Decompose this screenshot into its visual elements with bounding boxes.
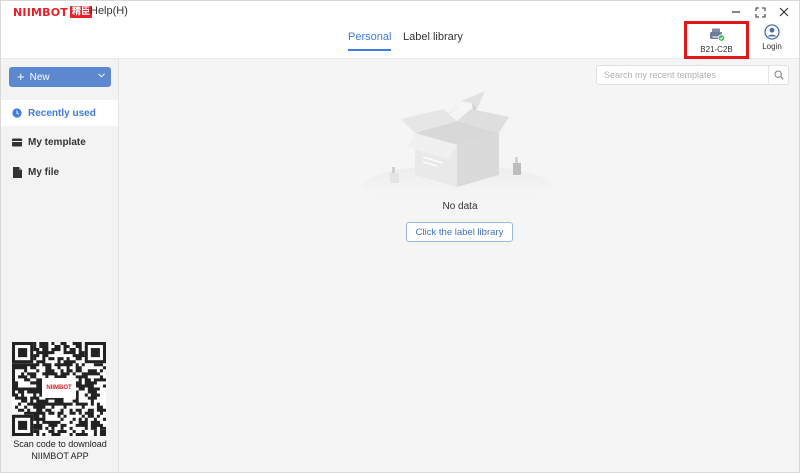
maximize-button[interactable] (753, 5, 767, 19)
maximize-icon (754, 6, 766, 18)
sidebar: + New Recently used My template My file (1, 59, 119, 472)
login-label: Login (762, 42, 782, 51)
search-input[interactable] (597, 66, 768, 84)
open-label-library-button[interactable]: Click the label library (406, 222, 513, 242)
sidebar-item-label: My file (28, 166, 60, 178)
qr-caption-line2: NIIMBOT APP (31, 451, 89, 461)
printer-label: B21-C2B (700, 45, 733, 54)
close-icon (779, 7, 789, 17)
empty-box-illustration (362, 91, 552, 209)
title-bar: NIIMBOT 精臣 Help(H) (1, 1, 799, 23)
tab-personal[interactable]: Personal (348, 31, 392, 51)
login-button[interactable]: Login (758, 24, 786, 58)
minimize-button[interactable] (729, 5, 743, 19)
help-menu[interactable]: Help(H) (90, 5, 128, 17)
sidebar-item-my-template[interactable]: My template (1, 129, 118, 155)
niimbot-logo: NIIMBOT 精臣 (13, 5, 93, 19)
close-button[interactable] (777, 5, 791, 19)
qr-caption-line1: Scan code to download (13, 439, 107, 449)
download-qr-code: NIIMBOT (12, 342, 106, 436)
minimize-icon (732, 11, 740, 13)
search-icon (773, 70, 784, 80)
window-controls (729, 3, 791, 21)
user-avatar-icon (764, 24, 780, 40)
sidebar-item-my-file[interactable]: My file (1, 159, 118, 185)
sidebar-item-label: Recently used (28, 107, 96, 119)
qr-logo: NIIMBOT (42, 378, 76, 398)
qr-caption: Scan code to download NIIMBOT APP (1, 438, 119, 462)
template-icon (12, 137, 22, 147)
tab-label-library[interactable]: Label library (403, 31, 463, 49)
search-button[interactable] (768, 66, 788, 84)
new-button-label: New (29, 71, 50, 83)
main-content: No data Click the label library (119, 59, 799, 472)
plus-icon: + (17, 69, 25, 84)
clock-icon (12, 108, 22, 118)
search-box (596, 65, 789, 85)
sidebar-item-label: My template (28, 136, 86, 148)
printer-connection-button[interactable]: B21-C2B (685, 23, 748, 59)
sidebar-item-recently-used[interactable]: Recently used (1, 100, 118, 126)
empty-state-text: No data (442, 201, 478, 212)
connected-status-icon (717, 34, 725, 42)
file-icon (12, 166, 22, 178)
chevron-down-icon (98, 71, 105, 80)
top-header: Personal Label library B21-C2B Login (1, 23, 799, 59)
printer-icon (709, 28, 725, 42)
logo-text: NIIMBOT (13, 5, 68, 19)
new-button[interactable]: + New (9, 67, 111, 87)
app-window: NIIMBOT 精臣 Help(H) Personal Label librar… (0, 0, 800, 473)
